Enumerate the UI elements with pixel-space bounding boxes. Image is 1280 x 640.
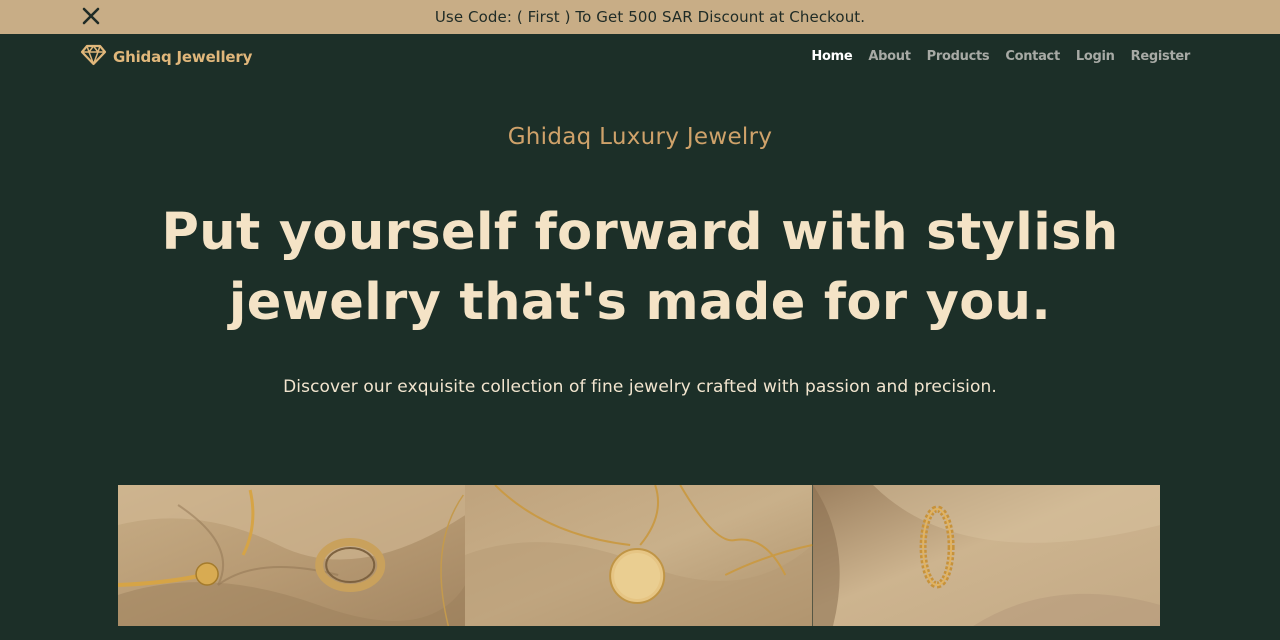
hero-subtitle: Discover our exquisite collection of fin…	[283, 377, 997, 397]
hero-headline-line1: Put yourself forward with stylish	[161, 203, 1119, 262]
nav-link-home[interactable]: Home	[811, 49, 852, 64]
navbar: Ghidaq Jewellery Home About Products Con…	[0, 34, 1280, 82]
hero-eyebrow: Ghidaq Luxury Jewelry	[507, 124, 773, 150]
close-icon[interactable]	[78, 3, 104, 29]
nav-link-login[interactable]: Login	[1076, 49, 1115, 64]
nav-links: Home About Products Contact Login Regist…	[811, 49, 1190, 64]
nav-link-products[interactable]: Products	[927, 49, 990, 64]
gallery-image-pendant[interactable]	[465, 485, 813, 626]
promo-text: Use Code: ( First ) To Get 500 SAR Disco…	[434, 8, 866, 26]
nav-link-contact[interactable]: Contact	[1005, 49, 1060, 64]
gallery-image-twisted-ring[interactable]	[812, 485, 1160, 626]
nav-link-about[interactable]: About	[868, 49, 911, 64]
hero-headline-line2: jewelry that's made for you.	[228, 273, 1052, 332]
brand-logo[interactable]: Ghidaq Jewellery	[80, 44, 252, 70]
promo-bar: Use Code: ( First ) To Get 500 SAR Disco…	[0, 0, 1280, 34]
gallery-image-bracelet-ring[interactable]	[118, 485, 466, 626]
brand-name: Ghidaq Jewellery	[113, 48, 253, 66]
jewelry-gallery	[118, 485, 1160, 626]
nav-link-register[interactable]: Register	[1131, 49, 1191, 64]
hero-headline: Put yourself forward with stylish jewelr…	[140, 198, 1140, 338]
diamond-icon	[80, 44, 107, 70]
